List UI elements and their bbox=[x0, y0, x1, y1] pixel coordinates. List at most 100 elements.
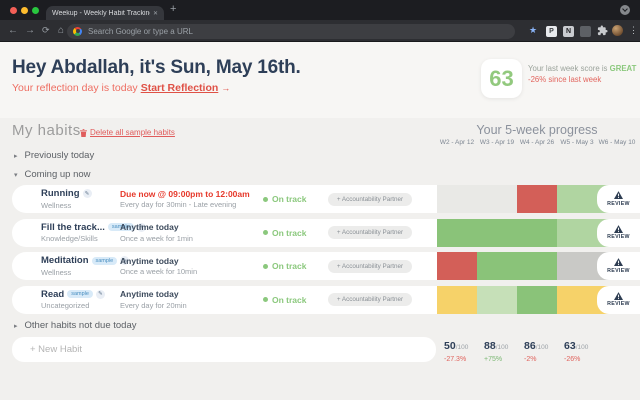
reload-icon[interactable]: ⟳ bbox=[42, 20, 50, 41]
window-minimize-button[interactable] bbox=[21, 7, 28, 14]
stat-value: 50 bbox=[444, 340, 456, 352]
address-bar[interactable]: Search Google or type a URL bbox=[67, 24, 515, 39]
habit-name: Read bbox=[41, 289, 64, 300]
habit-row[interactable]: Fill the track... sample ✎ Knowledge/Ski… bbox=[12, 219, 640, 247]
habit-row-main: Read sample ✎ Uncategorized Anytime toda… bbox=[12, 286, 437, 314]
extension-dark-icon[interactable] bbox=[580, 26, 591, 37]
section-previously-today[interactable]: ▸ Previously today bbox=[14, 150, 94, 161]
score-label: Your last week score is bbox=[528, 64, 607, 73]
tab-search-button[interactable] bbox=[620, 5, 630, 15]
habit-name: Running bbox=[41, 188, 80, 199]
section-coming-up-now[interactable]: ▾Coming up now bbox=[14, 169, 91, 180]
new-tab-button[interactable]: + bbox=[170, 3, 176, 15]
habit-schedule-sub: Once a week for 1min bbox=[120, 234, 263, 243]
stat-value: 88 bbox=[484, 340, 496, 352]
forward-icon[interactable]: → bbox=[25, 20, 35, 41]
browser-titlebar: Weekup - Weekly Habit Tracking ✕ + bbox=[0, 0, 640, 20]
stat-denom: /100 bbox=[576, 344, 589, 351]
stat-change: +75% bbox=[484, 356, 517, 363]
stat-value: 86 bbox=[524, 340, 536, 352]
reflection-banner: Your reflection day is todayStart Reflec… bbox=[12, 82, 230, 94]
habit-schedule-sub: Every day for 20min bbox=[120, 301, 263, 310]
collapsed-arrow-icon: ▸ bbox=[14, 153, 18, 160]
progress-cell bbox=[437, 286, 477, 314]
tab-close-icon[interactable]: ✕ bbox=[153, 10, 158, 17]
accountability-partner-button[interactable]: + Accountability Partner bbox=[328, 293, 412, 306]
habit-row[interactable]: Meditation sample ✎ Wellness Anytime tod… bbox=[12, 252, 640, 280]
browser-toolbar: ← → ⟳ ⌂ Search Google or type a URL ★ P … bbox=[0, 20, 640, 42]
stat-denom: /100 bbox=[536, 344, 549, 351]
habit-name: Fill the track... bbox=[41, 222, 105, 233]
browser-menu-icon[interactable]: ⋮ bbox=[629, 20, 638, 41]
review-button[interactable]: REVIEW bbox=[597, 185, 640, 213]
section-other-habits[interactable]: ▸Other habits not due today bbox=[14, 320, 136, 331]
week-score-badge: 63 bbox=[481, 59, 522, 98]
review-label: REVIEW bbox=[607, 301, 630, 307]
page: Hey Abdallah, it's Sun, May 16th. Your r… bbox=[0, 42, 640, 400]
warning-triangle-icon bbox=[614, 292, 623, 300]
home-icon[interactable]: ⌂ bbox=[58, 20, 64, 41]
review-button[interactable]: REVIEW bbox=[597, 286, 640, 314]
window-maximize-button[interactable] bbox=[32, 7, 39, 14]
habit-row[interactable]: Read sample ✎ Uncategorized Anytime toda… bbox=[12, 286, 640, 314]
accountability-partner-button[interactable]: + Accountability Partner bbox=[328, 260, 412, 273]
progress-cell bbox=[477, 219, 517, 247]
habit-category: Uncategorized bbox=[41, 301, 120, 310]
start-reflection-link[interactable]: Start Reflection bbox=[141, 82, 219, 94]
habit-schedule-main: Anytime today bbox=[120, 256, 263, 266]
habit-row-main: Meditation sample ✎ Wellness Anytime tod… bbox=[12, 252, 437, 280]
stat-denom: /100 bbox=[496, 344, 509, 351]
habit-name-block: Running sample ✎ Wellness bbox=[12, 188, 120, 210]
week-label: W2 - Apr 12 bbox=[437, 139, 477, 146]
extension-n-icon[interactable]: N bbox=[563, 26, 574, 37]
extensions-puzzle-icon[interactable] bbox=[597, 25, 608, 36]
stat-change: -26% bbox=[564, 356, 597, 363]
week-labels: W2 - Apr 12 W3 - Apr 19 W4 - Apr 26 W5 -… bbox=[437, 139, 637, 146]
edit-pencil-icon[interactable]: ✎ bbox=[83, 189, 92, 198]
progress-cell bbox=[477, 252, 517, 280]
accountability-partner-button[interactable]: + Accountability Partner bbox=[328, 226, 412, 239]
reflection-text: Your reflection day is today bbox=[12, 82, 138, 94]
score-change: -26% since last week bbox=[528, 75, 640, 85]
window-close-button[interactable] bbox=[10, 7, 17, 14]
habit-name-block: Fill the track... sample ✎ Knowledge/Ski… bbox=[12, 222, 120, 244]
accountability-partner-button[interactable]: + Accountability Partner bbox=[328, 193, 412, 206]
habit-category: Wellness bbox=[41, 201, 120, 210]
section-label: Other habits not due today bbox=[25, 320, 137, 331]
extension-p-icon[interactable]: P bbox=[546, 26, 557, 37]
habit-row-main: Fill the track... sample ✎ Knowledge/Ski… bbox=[12, 219, 437, 247]
week-label: W5 - May 3 bbox=[557, 139, 597, 146]
review-button[interactable]: REVIEW bbox=[597, 219, 640, 247]
back-icon[interactable]: ← bbox=[8, 20, 18, 41]
status-dot-icon bbox=[263, 230, 268, 235]
bookmark-star-icon[interactable]: ★ bbox=[529, 20, 537, 41]
habit-status: On track bbox=[263, 261, 328, 271]
week-stat: 50/100 -27.3% bbox=[437, 336, 477, 363]
stat-value: 63 bbox=[564, 340, 576, 352]
habit-row[interactable]: Running sample ✎ Wellness Due now @ 09:0… bbox=[12, 185, 640, 213]
review-button[interactable]: REVIEW bbox=[597, 252, 640, 280]
edit-pencil-icon[interactable]: ✎ bbox=[96, 290, 105, 299]
browser-tab[interactable]: Weekup - Weekly Habit Tracking ✕ bbox=[46, 6, 164, 20]
section-label: Coming up now bbox=[25, 169, 91, 180]
chevron-down-icon bbox=[622, 6, 628, 12]
new-habit-button[interactable]: + New Habit bbox=[12, 337, 436, 362]
stat-denom: /100 bbox=[456, 344, 469, 351]
profile-avatar[interactable] bbox=[612, 25, 623, 36]
progress-cells bbox=[437, 252, 609, 280]
habit-list: Running sample ✎ Wellness Due now @ 09:0… bbox=[12, 185, 640, 319]
progress-cell bbox=[437, 219, 477, 247]
habit-schedule-main: Anytime today bbox=[120, 289, 263, 299]
section-label: Previously today bbox=[25, 150, 95, 161]
score-rating: GREAT bbox=[610, 64, 637, 73]
progress-cell bbox=[517, 286, 557, 314]
trash-icon bbox=[80, 129, 87, 137]
delete-sample-habits-link[interactable]: Delete all sample habits bbox=[80, 128, 175, 137]
partner-cell: + Accountability Partner bbox=[328, 193, 437, 206]
habit-schedule: Anytime today Every day for 20min bbox=[120, 289, 263, 310]
status-dot-icon bbox=[263, 297, 268, 302]
address-bar-placeholder: Search Google or type a URL bbox=[88, 27, 193, 36]
progress-cell bbox=[517, 252, 557, 280]
weekly-stats: 50/100 -27.3% 88/100 +75% 86/100 -2% 63/… bbox=[437, 336, 637, 363]
progress-cells bbox=[437, 185, 609, 213]
